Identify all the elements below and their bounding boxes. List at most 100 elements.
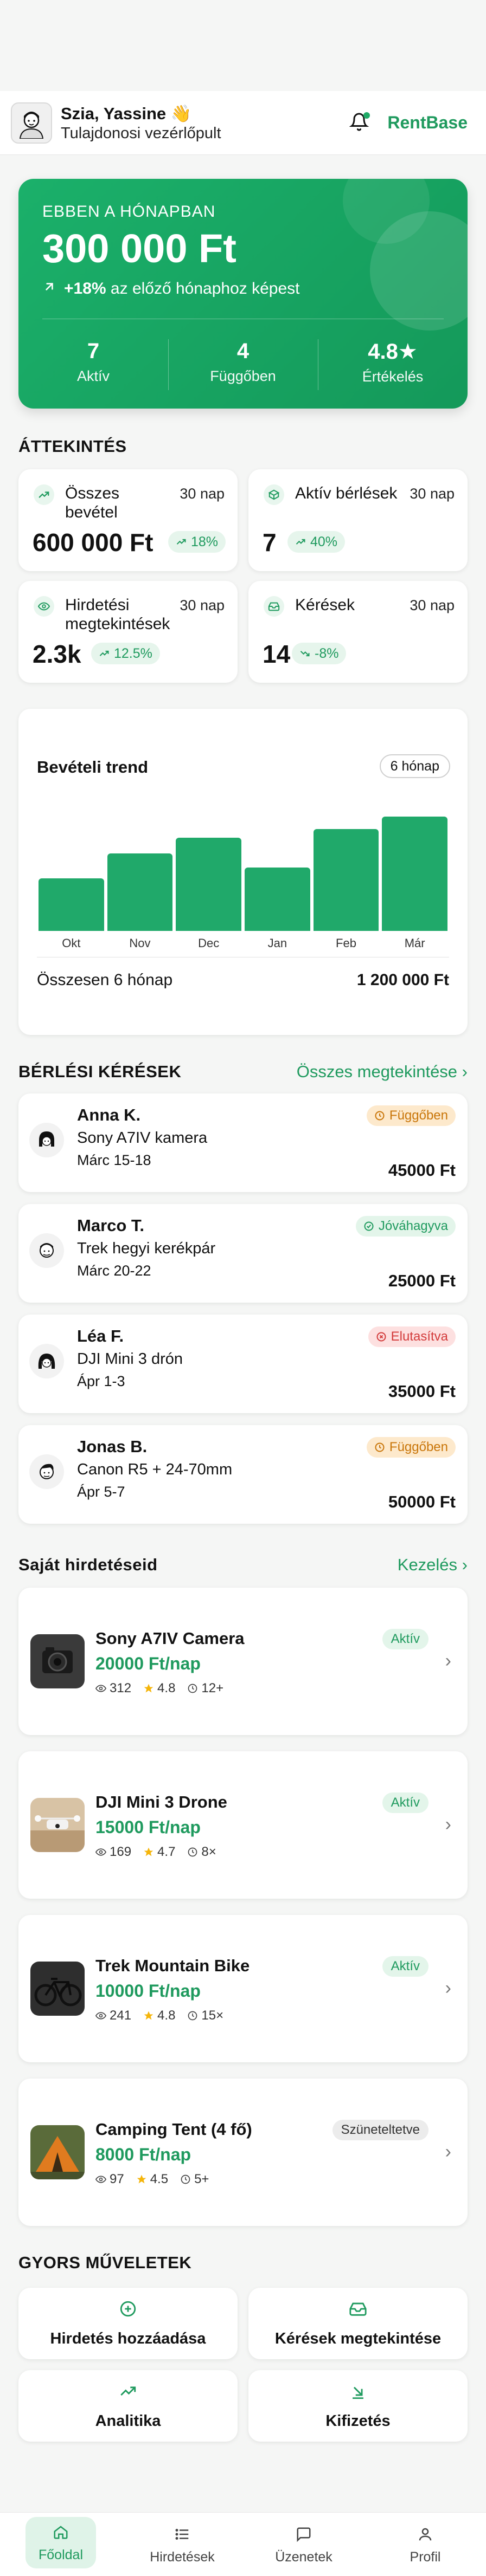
listing-card[interactable]: Sony A7IV Camera 20000 Ft/nap 312 4.8 12… — [18, 1588, 468, 1735]
renter-name: Marco T. — [77, 1216, 145, 1235]
rental-dates: Ápr 1-3 — [77, 1373, 125, 1389]
stat-card-requests[interactable]: Kérések 30 nap 14 -8% — [248, 581, 468, 683]
renter-name: Anna K. — [77, 1105, 141, 1124]
requests-title: BÉRLÉSI KÉRÉSEK — [18, 1062, 182, 1081]
top-spacer — [0, 0, 486, 91]
quick-actions-title: GYORS MŰVELETEK — [18, 2253, 192, 2272]
listing-title: Sony A7IV Camera — [95, 1629, 245, 1648]
bar-label: Nov — [129, 936, 151, 950]
listing-price: 15000 Ft/nap — [95, 1817, 201, 1837]
tent-thumbnail — [30, 2125, 85, 2179]
listing-card[interactable]: Trek Mountain Bike 10000 Ft/nap 241 4.8 … — [18, 1915, 468, 2062]
request-card[interactable]: Marco T. Trek hegyi kerékpár Márc 20-22 … — [18, 1204, 468, 1303]
status-badge: Függőben — [366, 1437, 456, 1458]
bike-thumbnail — [30, 1962, 85, 2016]
list-icon — [122, 2523, 243, 2545]
bell-icon[interactable] — [349, 112, 371, 134]
status-badge: Aktív — [382, 1792, 429, 1813]
revenue-bar — [107, 853, 173, 931]
request-card[interactable]: Jonas B. Canon R5 + 24-70mm Ápr 5-7 Függ… — [18, 1425, 468, 1524]
listing-card[interactable]: Camping Tent (4 fő) 8000 Ft/nap 97 4.5 5… — [18, 2079, 468, 2226]
listing-card[interactable]: DJI Mini 3 Drone 15000 Ft/nap 169 4.7 8×… — [18, 1751, 468, 1899]
rental-item: Trek hegyi kerékpár — [77, 1240, 216, 1257]
avatar[interactable] — [11, 102, 52, 144]
revenue-bar — [176, 837, 241, 931]
message-icon — [243, 2523, 364, 2545]
rental-price: 35000 Ft — [388, 1382, 456, 1401]
renter-name: Jonas B. — [77, 1437, 148, 1456]
revenue-bar — [313, 829, 379, 931]
chevron-right-icon[interactable]: › — [445, 1814, 451, 1835]
chevron-right-icon[interactable]: › — [445, 2141, 451, 2163]
rental-price: 45000 Ft — [388, 1161, 456, 1180]
greeting: Szia, Yassine 👋 — [61, 103, 192, 123]
user-icon — [364, 2523, 486, 2545]
hero-stat-rating: 4.8★ Értékelés — [318, 339, 468, 390]
hero-amount: 300 000 Ft — [42, 226, 236, 271]
trend-up-icon — [18, 2382, 238, 2400]
view-requests-button[interactable]: Kérések megtekintése — [248, 2288, 468, 2359]
revenue-bar — [245, 868, 310, 931]
listing-title: Trek Mountain Bike — [95, 1956, 250, 1975]
add-listing-button[interactable]: Hirdetés hozzáadása — [18, 2288, 238, 2359]
stat-card-revenue[interactable]: Összes bevétel 30 nap 600 000 Ft 18% — [18, 469, 238, 571]
change-badge: 18% — [168, 531, 226, 553]
bar-label: Jan — [267, 936, 287, 950]
chevron-right-icon[interactable]: › — [445, 1651, 451, 1672]
revenue-bar — [382, 816, 447, 931]
status-badge: Jóváhagyva — [355, 1216, 456, 1237]
status-badge: Aktív — [382, 1956, 429, 1977]
manage-listings-link[interactable]: Kezelés › — [398, 1555, 468, 1575]
hero-change-text: az előző hónaphoz képest — [110, 280, 300, 297]
view-all-requests-link[interactable]: Összes megtekintése › — [297, 1062, 468, 1082]
bar-label: Dec — [198, 936, 220, 950]
rental-dates: Márc 15-18 — [77, 1152, 151, 1168]
status-badge: Szüneteltetve — [332, 2120, 429, 2140]
bar-label: Már — [404, 936, 425, 950]
renter-name: Léa F. — [77, 1326, 124, 1345]
hero-change-value: +18% — [64, 280, 106, 297]
stat-card-views[interactable]: Hirdetési megtekintések 30 nap 2.3k 12.5… — [18, 581, 238, 683]
drone-thumbnail — [30, 1798, 85, 1852]
tab-listings[interactable]: Hirdetések — [122, 2513, 243, 2576]
listing-price: 20000 Ft/nap — [95, 1654, 201, 1673]
trend-total-value: 1 200 000 Ft — [356, 971, 449, 989]
eye-icon — [34, 596, 54, 617]
listing-meta: 241 4.8 15× — [95, 2008, 223, 2023]
listing-meta: 169 4.7 8× — [95, 1844, 216, 1860]
avatar — [29, 1344, 64, 1378]
status-badge: Függőben — [366, 1105, 456, 1126]
trend-range-button[interactable]: 6 hónap — [379, 754, 450, 778]
inbox-icon — [248, 2300, 468, 2318]
brand-logo[interactable]: RentBase — [387, 113, 468, 133]
box-icon — [264, 484, 284, 505]
trend-total-label: Összesen 6 hónap — [37, 971, 173, 989]
tab-profile[interactable]: Profil — [364, 2513, 486, 2576]
status-badge: Aktív — [382, 1629, 429, 1649]
listing-meta: 97 4.5 5+ — [95, 2172, 209, 2187]
request-card[interactable]: Léa F. DJI Mini 3 drón Ápr 1-3 Elutasítv… — [18, 1315, 468, 1413]
change-badge: -8% — [292, 643, 347, 664]
plus-circle-icon — [18, 2300, 238, 2318]
monthly-earnings-card: EBBEN A HÓNAPBAN 300 000 Ft +18% az előz… — [18, 179, 468, 409]
hero-label: EBBEN A HÓNAPBAN — [42, 203, 216, 221]
analytics-button[interactable]: Analitika — [18, 2370, 238, 2442]
header-subtitle: Tulajdonosi vezérlőpult — [61, 124, 221, 142]
hero-change: +18% az előző hónaphoz képest — [42, 280, 300, 298]
download-arrow-icon — [248, 2382, 468, 2400]
stat-card-active-rentals[interactable]: Aktív bérlések 30 nap 7 40% — [248, 469, 468, 571]
chevron-right-icon[interactable]: › — [445, 1978, 451, 1999]
notification-dot — [363, 112, 370, 119]
tab-home[interactable]: Főoldal — [0, 2513, 122, 2576]
request-card[interactable]: Anna K. Sony A7IV kamera Márc 15-18 Függ… — [18, 1093, 468, 1192]
rental-item: DJI Mini 3 drón — [77, 1350, 183, 1368]
hero-stat-pending: 4 Függőben — [168, 339, 318, 390]
app-header: Szia, Yassine 👋 Tulajdonosi vezérlőpult … — [0, 91, 486, 155]
tab-messages[interactable]: Üzenetek — [243, 2513, 364, 2576]
listing-title: DJI Mini 3 Drone — [95, 1792, 227, 1811]
trend-up-icon — [34, 484, 54, 505]
inbox-icon — [264, 596, 284, 617]
home-icon — [39, 2521, 83, 2543]
payout-button[interactable]: Kifizetés — [248, 2370, 468, 2442]
bottom-tab-bar: Főoldal Hirdetések Üzenetek Profil — [0, 2512, 486, 2576]
